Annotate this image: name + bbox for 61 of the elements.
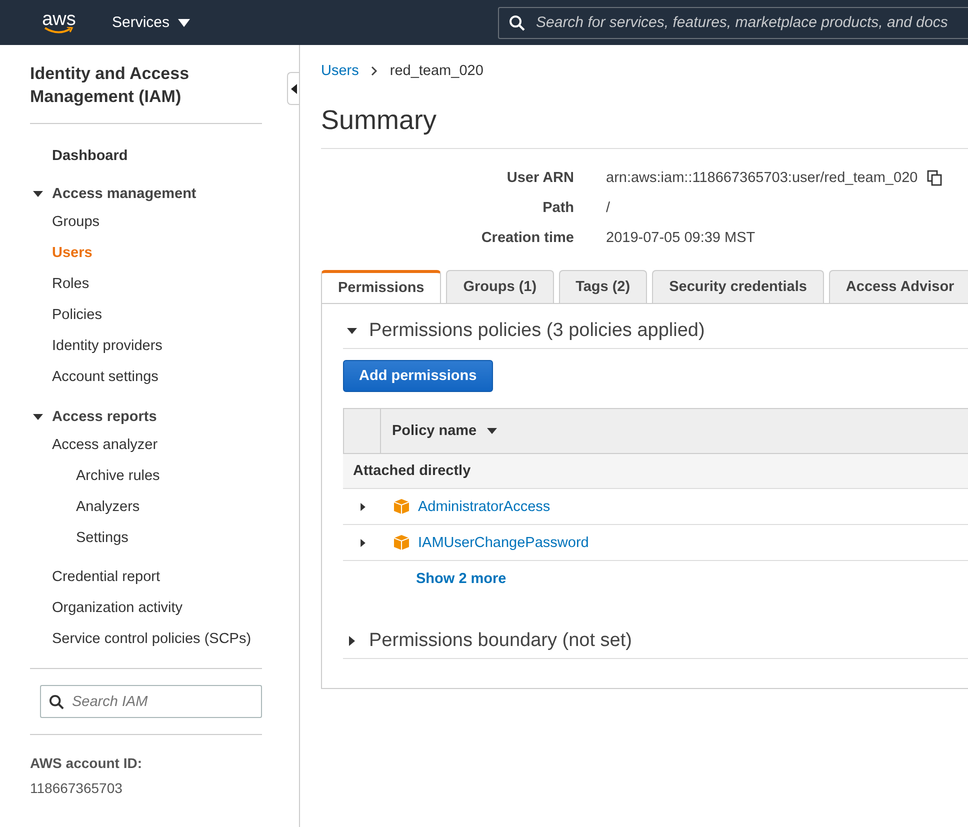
nav-link[interactable]: Policies [30,300,262,331]
show-more-link[interactable]: Show 2 more [416,570,506,586]
sidebar-title: Identity and Access Management (IAM) [30,63,190,108]
chevron-icon [370,66,378,76]
add-permissions-button[interactable]: Add permissions [343,360,493,392]
sort-icon [486,428,497,434]
detail-value: 2019-07-05 09:39 MST [606,230,756,246]
tab[interactable]: Groups (1) [446,270,554,303]
services-menu-button[interactable]: Services [112,14,190,31]
tab[interactable]: Security credentials [652,270,824,303]
cube-icon [393,534,410,551]
collapse-sidebar-button[interactable] [287,72,299,105]
nav-section-header[interactable]: Access management [52,186,196,202]
caret-icon[interactable] [347,326,357,336]
nav-link[interactable]: Groups [30,207,262,238]
account-id: 118667365703 [30,780,124,796]
aws-logo[interactable]: aws [42,10,76,34]
caret-icon[interactable] [33,189,43,199]
nav-link[interactable]: Account settings [30,362,262,393]
search-icon [509,14,525,30]
search-field[interactable]: Search IAM [40,685,262,718]
column-header[interactable]: Policy name [381,409,497,453]
nav-link[interactable]: Access analyzer [30,430,262,461]
copy-icon[interactable] [926,170,943,186]
caret-icon [290,84,296,94]
caret-icon[interactable] [359,502,367,512]
tab[interactable]: Permissions [321,270,442,303]
policy-link[interactable]: AdministratorAccess [418,498,550,514]
section-title[interactable]: Permissions boundary (not set) [369,630,632,652]
account-id-label: AWS account ID: [30,755,144,771]
breadcrumb-link[interactable]: Users [321,63,359,79]
nav-link[interactable]: Service control policies (SCPs) [30,624,262,655]
nav-link[interactable]: Dashboard [30,142,262,170]
group-label: Attached directly [353,463,471,479]
nav-link[interactable]: Roles [30,269,262,300]
tab[interactable]: Access Advisor [828,270,968,303]
detail-value: arn:aws:iam::118667365703:user/red_team_020 [606,170,918,186]
smile-arrow-icon [44,26,74,34]
detail-label: User ARN [506,170,574,186]
detail-value: / [606,200,610,216]
caret-icon[interactable] [359,538,367,548]
detail-label: Path [542,200,574,216]
nav-link[interactable]: Organization activity [30,593,262,624]
nav-link[interactable]: Identity providers [30,331,262,362]
nav-link[interactable]: Credential report [30,562,262,593]
search-field[interactable]: Search for services, features, marketplace products, and docs [498,6,968,38]
page-title: Summary [321,105,968,149]
tab[interactable]: Tags (2) [558,270,648,303]
caret-icon[interactable] [347,636,357,646]
logo-text: aws [42,10,76,28]
caret-icon[interactable] [33,412,43,422]
nav-link[interactable]: Settings [30,523,262,554]
cube-icon [393,498,410,515]
breadcrumb-current: red_team_020 [390,63,484,79]
section-title[interactable]: Permissions policies (3 policies applied) [369,320,705,342]
caret-icon [178,18,190,26]
nav-link[interactable]: Archive rules [30,461,262,492]
nav-link[interactable]: Analyzers [30,492,262,523]
detail-label: Creation time [480,230,574,246]
policy-link[interactable]: IAMUserChangePassword [418,534,589,550]
nav-section-header[interactable]: Access reports [52,409,157,425]
